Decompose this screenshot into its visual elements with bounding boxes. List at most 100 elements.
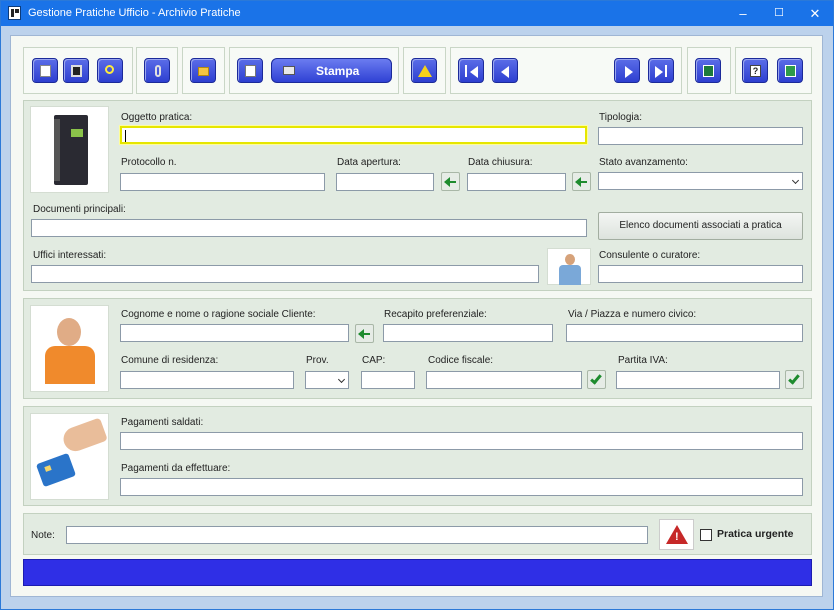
pagamenti-da-effettuare-label: Pagamenti da effettuare: [121,463,231,474]
comune-label: Comune di residenza: [121,355,219,366]
cap-label: CAP: [362,355,386,366]
partita-iva-input[interactable] [616,371,780,389]
alert-button[interactable] [411,58,437,83]
comune-input[interactable] [120,371,294,389]
search-icon [105,65,114,74]
help-button[interactable]: ? [742,58,768,83]
codice-fiscale-input[interactable] [426,371,582,389]
data-chiusura-input[interactable] [467,173,566,191]
protocollo-input[interactable] [120,173,325,191]
maximize-button[interactable]: ☐ [761,1,797,26]
data-apertura-input[interactable] [336,173,434,191]
print-preview-icon [245,65,256,77]
arrow-left-icon [358,329,370,339]
folder-icon [198,67,209,76]
save-disk-icon [71,65,82,77]
arrow-right-icon [625,66,633,78]
next-record-button[interactable] [614,58,640,83]
verifica-cf-button[interactable] [587,370,606,389]
documenti-label: Documenti principali: [33,204,126,215]
stato-select[interactable] [598,172,803,190]
arrow-left-icon [444,177,456,187]
elenco-documenti-button[interactable]: Elenco documenti associati a pratica [598,212,803,240]
partita-iva-label: Partita IVA: [618,355,668,366]
stato-label: Stato avanzamento: [599,157,688,168]
first-bar-icon [465,65,467,77]
exit-door-icon [785,65,796,77]
pagamenti-da-effettuare-input[interactable] [120,478,803,496]
consulente-input[interactable] [598,265,803,283]
save-button[interactable] [63,58,89,83]
check-icon [788,372,800,385]
data-apertura-today-button[interactable] [441,172,460,191]
oggetto-label: Oggetto pratica: [121,112,193,123]
chevron-down-icon [337,375,346,384]
prov-select[interactable] [305,371,349,389]
note-label: Note: [31,530,55,541]
tipologia-input[interactable] [598,127,803,145]
text-caret [125,130,126,142]
help-icon: ? [750,65,761,77]
cap-input[interactable] [361,371,415,389]
urgent-warning-box: ! [659,519,694,550]
minimize-button[interactable]: – [725,1,761,26]
title-bar[interactable]: Gestione Pratiche Ufficio - Archivio Pra… [1,1,833,26]
archive-image [30,106,109,193]
check-icon [590,372,602,385]
exit-button[interactable] [777,58,803,83]
protocollo-label: Protocollo n. [121,157,177,168]
pratica-urgente-checkbox[interactable] [700,529,712,541]
print-preview-button[interactable] [237,58,263,83]
attachments-button[interactable] [144,58,170,83]
consulente-photo[interactable] [547,248,591,285]
documenti-input[interactable] [31,219,587,237]
export-excel-button[interactable] [695,58,721,83]
data-chiusura-today-button[interactable] [572,172,591,191]
pratica-urgente-label[interactable]: Pratica urgente [717,528,793,540]
print-button[interactable]: Stampa [271,58,392,83]
printer-icon [283,66,295,75]
uffici-label: Uffici interessati: [33,250,107,261]
payment-card-image [30,413,109,500]
previous-record-button[interactable] [492,58,518,83]
recapito-input[interactable] [383,324,553,342]
note-input[interactable] [66,526,648,544]
excel-icon [703,65,714,77]
uffici-input[interactable] [31,265,539,283]
window-title: Gestione Pratiche Ufficio - Archivio Pra… [28,7,241,19]
oggetto-input[interactable] [120,126,587,144]
app-window: Gestione Pratiche Ufficio - Archivio Pra… [0,0,834,610]
status-bar [23,559,812,586]
warning-exclamation: ! [675,531,679,543]
data-apertura-label: Data apertura: [337,157,401,168]
skip-last-icon [655,66,663,78]
data-chiusura-label: Data chiusura: [468,157,533,168]
cliente-nome-input[interactable] [120,324,349,342]
new-document-icon [40,65,51,77]
pagamenti-saldati-input[interactable] [120,432,803,450]
via-input[interactable] [566,324,803,342]
chevron-down-icon [791,176,800,185]
open-folder-button[interactable] [190,58,216,83]
first-record-button[interactable] [458,58,484,83]
arrow-left-icon [575,177,587,187]
warning-icon [418,65,432,77]
new-record-button[interactable] [32,58,58,83]
verifica-piva-button[interactable] [785,370,804,389]
skip-first-icon [470,66,478,78]
close-button[interactable]: ✕ [797,1,833,26]
print-button-label: Stampa [316,64,360,78]
consulente-label: Consulente o curatore: [599,250,701,261]
cliente-select-button[interactable] [355,324,374,343]
codice-fiscale-label: Codice fiscale: [428,355,494,366]
arrow-left-icon [501,66,509,78]
cliente-nome-label: Cognome e nome o ragione sociale Cliente… [121,309,316,320]
last-record-button[interactable] [648,58,674,83]
recapito-label: Recapito preferenziale: [384,309,487,320]
pagamenti-saldati-label: Pagamenti saldati: [121,417,204,428]
last-bar-icon [665,65,667,77]
paperclip-icon [155,65,161,77]
tipologia-label: Tipologia: [599,112,642,123]
search-button[interactable] [97,58,123,83]
cliente-photo [30,305,109,392]
